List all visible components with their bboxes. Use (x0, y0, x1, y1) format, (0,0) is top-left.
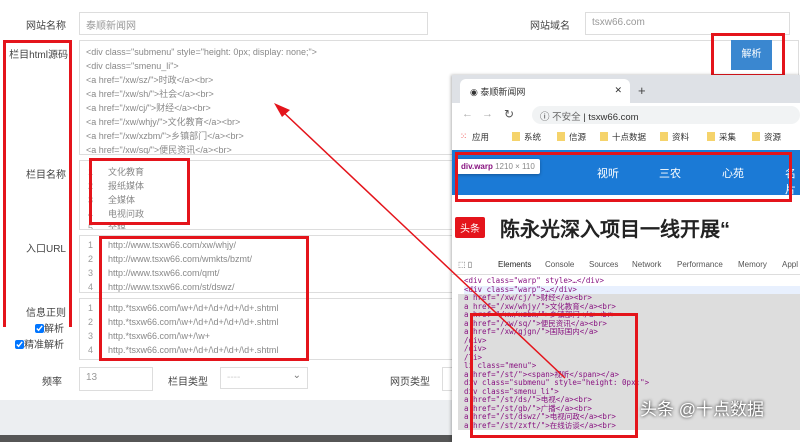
watermark: 头条 @十点数据 (640, 400, 764, 419)
annotation-arrow (274, 103, 566, 379)
